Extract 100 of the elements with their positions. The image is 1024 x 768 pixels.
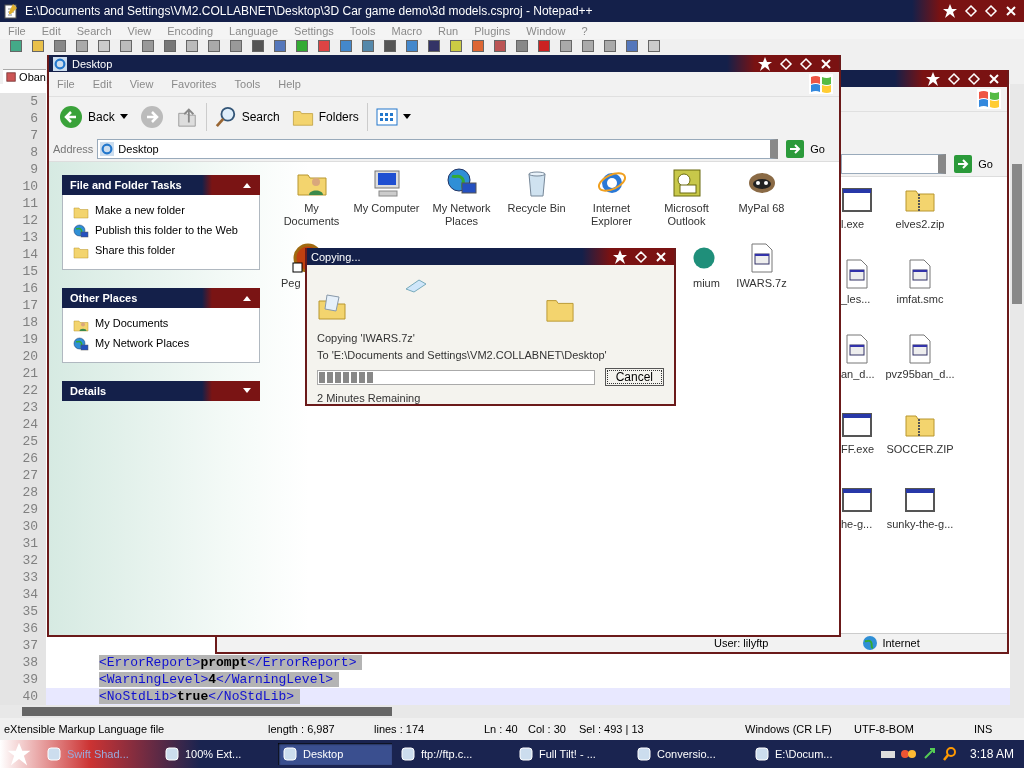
document-tab[interactable]: Oban bbox=[3, 69, 46, 84]
star-icon[interactable] bbox=[942, 3, 958, 19]
tool-icon[interactable] bbox=[472, 40, 484, 52]
close-icon[interactable] bbox=[819, 56, 833, 71]
file-label[interactable]: Recycle Bin bbox=[500, 202, 573, 215]
folder-icon bbox=[73, 204, 89, 220]
file-label[interactable]: My Computer bbox=[350, 202, 423, 215]
tool-icon[interactable] bbox=[582, 40, 594, 52]
close-icon[interactable] bbox=[1004, 4, 1018, 18]
star-icon[interactable] bbox=[925, 70, 941, 87]
line-number: 20 bbox=[0, 348, 46, 365]
tool-icon[interactable] bbox=[450, 40, 462, 52]
document-icon bbox=[6, 71, 17, 83]
file-label[interactable]: mium bbox=[693, 277, 720, 290]
address-field[interactable]: Desktop bbox=[97, 139, 779, 159]
diamond-icon[interactable] bbox=[779, 56, 793, 71]
chevron-icon[interactable] bbox=[242, 181, 252, 189]
e-logo-icon bbox=[100, 142, 115, 156]
file-label[interactable]: an_d... bbox=[841, 368, 875, 381]
tool-icon[interactable] bbox=[10, 40, 22, 52]
file-label[interactable]: elves2.zip bbox=[895, 218, 945, 231]
paper-icon bbox=[405, 279, 427, 293]
panel-header[interactable]: Other Places bbox=[62, 288, 260, 308]
tool-icon[interactable] bbox=[230, 40, 242, 52]
search-icon[interactable] bbox=[941, 746, 958, 762]
scrollbar[interactable] bbox=[0, 705, 1024, 718]
taskbar-button[interactable]: E:\Docum... bbox=[750, 743, 864, 765]
file-label[interactable]: Internet Explorer bbox=[575, 202, 648, 228]
task-link[interactable]: My Network Places bbox=[95, 337, 190, 350]
status-text: Windows (CR LF) bbox=[745, 723, 832, 735]
star-icon[interactable] bbox=[612, 248, 628, 265]
line-number: 37 bbox=[0, 637, 46, 654]
file-label[interactable]: FF.exe bbox=[841, 443, 874, 456]
diamond-icon[interactable] bbox=[947, 71, 961, 86]
file-label[interactable]: SOCCER.ZIP bbox=[886, 443, 954, 456]
tool-icon[interactable] bbox=[516, 40, 528, 52]
tool-icon[interactable] bbox=[186, 40, 198, 52]
go-button[interactable]: Go bbox=[782, 140, 835, 158]
panel-header[interactable]: Details bbox=[62, 381, 260, 401]
line-number: 35 bbox=[0, 603, 46, 620]
file-label[interactable]: MyPal 68 bbox=[725, 202, 798, 215]
chevron-icon[interactable] bbox=[242, 387, 252, 395]
tool-icon[interactable] bbox=[648, 40, 660, 52]
star-icon[interactable] bbox=[757, 55, 773, 72]
taskbar-button[interactable]: Conversio... bbox=[632, 743, 746, 765]
close-icon[interactable] bbox=[654, 249, 668, 264]
file-label[interactable]: imfat.smc bbox=[896, 293, 944, 306]
tool-icon[interactable] bbox=[428, 40, 440, 52]
app-icon bbox=[636, 746, 652, 762]
star-icon[interactable] bbox=[6, 741, 32, 767]
diamond-icon[interactable] bbox=[967, 71, 981, 86]
panel-header[interactable]: File and Folder Tasks bbox=[62, 175, 260, 195]
tool-icon[interactable] bbox=[142, 40, 154, 52]
grid-icon bbox=[375, 108, 398, 126]
task-link[interactable]: My Documents bbox=[95, 317, 169, 330]
tool-icon[interactable] bbox=[32, 40, 44, 52]
taskbar-button[interactable]: Desktop bbox=[278, 743, 392, 765]
diamond-icon[interactable] bbox=[634, 249, 648, 264]
file-label[interactable]: _les... bbox=[841, 293, 871, 306]
tool-icon[interactable] bbox=[604, 40, 616, 52]
folder-up-icon bbox=[175, 106, 198, 128]
diamond-icon[interactable] bbox=[984, 4, 998, 18]
tool-icon[interactable] bbox=[296, 40, 308, 52]
scrollbar[interactable] bbox=[1010, 84, 1024, 705]
task-link[interactable]: Publish this folder to the Web bbox=[95, 224, 238, 237]
app-icon bbox=[282, 746, 298, 762]
window-title: E:\Documents and Settings\VM2.COLLABNET\Desktop\3D Car game demo\3d models.csproj - Notepad++ bbox=[25, 4, 593, 18]
taskbar-button[interactable]: Full Tilt! - ... bbox=[514, 743, 628, 765]
file-label[interactable]: My Network Places bbox=[425, 202, 498, 228]
folders-button[interactable]: Folders bbox=[287, 104, 363, 130]
task-link[interactable]: Share this folder bbox=[95, 244, 176, 257]
tool-icon[interactable] bbox=[54, 40, 66, 52]
chevron-icon[interactable] bbox=[242, 294, 252, 302]
file-label[interactable]: Peg bbox=[281, 277, 301, 290]
close-icon[interactable] bbox=[987, 71, 1001, 86]
tool-icon[interactable] bbox=[76, 40, 88, 52]
go-button[interactable]: Go bbox=[950, 155, 1003, 173]
task-link[interactable]: Make a new folder bbox=[95, 204, 185, 217]
taskbar-button[interactable]: ftp://ftp.c... bbox=[396, 743, 510, 765]
file-label[interactable]: My Documents bbox=[275, 202, 348, 228]
file-label[interactable]: pvz95ban_d... bbox=[885, 368, 955, 381]
file-label[interactable]: IWARS.7z bbox=[725, 277, 798, 290]
diamond-icon[interactable] bbox=[799, 56, 813, 71]
file-label[interactable]: he-g... bbox=[841, 518, 873, 531]
tool-icon[interactable] bbox=[120, 40, 132, 52]
line-number: 14 bbox=[0, 246, 46, 263]
tool-icon[interactable] bbox=[208, 40, 220, 52]
tool-icon[interactable] bbox=[560, 40, 572, 52]
line-number: 16 bbox=[0, 280, 46, 297]
diamond-icon[interactable] bbox=[964, 4, 978, 18]
file-label[interactable]: sunky-the-g... bbox=[886, 518, 954, 531]
file-label[interactable]: Microsoft Outlook bbox=[650, 202, 723, 228]
windows-flag-icon bbox=[809, 74, 833, 94]
tool-icon[interactable] bbox=[98, 40, 110, 52]
taskbar-button[interactable]: 100% Ext... bbox=[160, 743, 274, 765]
back-button[interactable]: Back bbox=[55, 103, 132, 131]
cancel-button[interactable]: Cancel bbox=[604, 368, 664, 386]
file-label[interactable]: l.exe bbox=[841, 218, 865, 231]
address-field[interactable] bbox=[841, 154, 947, 174]
search-button[interactable]: Search bbox=[210, 104, 284, 130]
